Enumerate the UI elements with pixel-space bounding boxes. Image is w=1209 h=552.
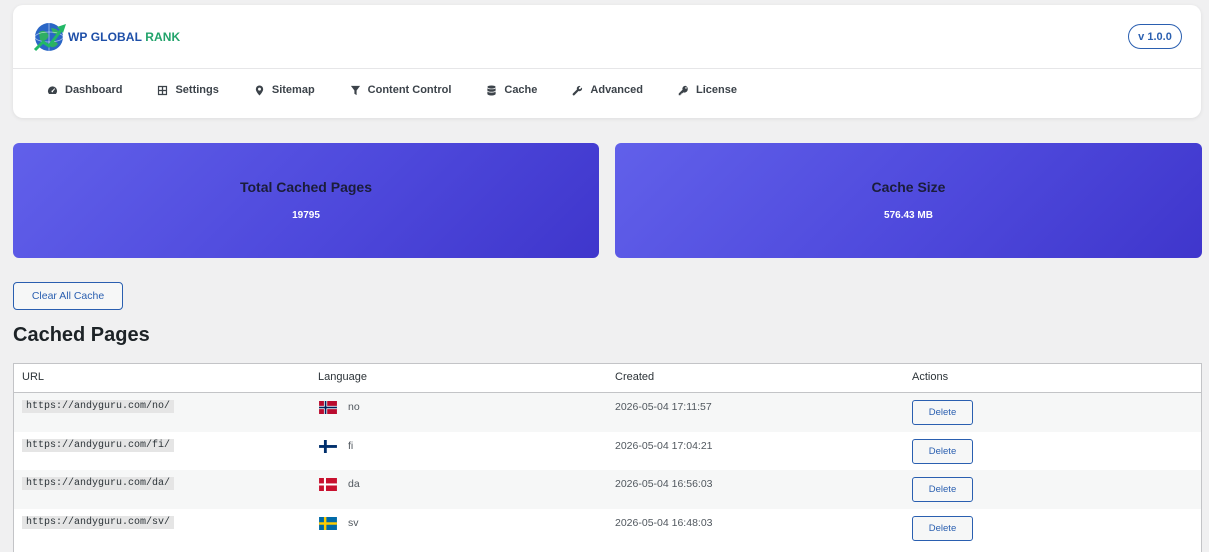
column-header-actions: Actions [912, 371, 949, 383]
section-title-cached-pages: Cached Pages [13, 324, 150, 346]
clear-all-cache-button[interactable]: Clear All Cache [13, 282, 123, 310]
brand-name-primary: WP GLOBAL [68, 30, 142, 44]
stat-card-total-cached-pages: Total Cached Pages 19795 [13, 143, 599, 258]
map-pin-icon [255, 84, 264, 96]
header-card: WP GLOBAL RANK v 1.0.0 Dashboard Setting… [13, 5, 1201, 118]
url-cell: https://andyguru.com/sv/ [22, 515, 175, 529]
nav-item-advanced[interactable]: Advanced [572, 84, 643, 96]
url-cell: https://andyguru.com/fi/ [22, 438, 175, 452]
brand-logo[interactable]: WP GLOBAL RANK [33, 20, 180, 54]
cached-pages-table: URL Language Created Actions https://and… [13, 363, 1202, 552]
url-cell: https://andyguru.com/da/ [22, 477, 175, 490]
created-timestamp: 2026-05-04 17:04:21 [615, 439, 713, 452]
created-timestamp: 2026-05-04 16:56:03 [615, 478, 713, 490]
norway-flag-icon [319, 401, 337, 414]
key-icon [678, 85, 688, 95]
header-divider [13, 68, 1201, 69]
nav-label-dashboard: Dashboard [65, 84, 123, 96]
grid-icon [158, 85, 168, 95]
table-row: https://andyguru.com/da/ da 2026-05-04 1… [14, 470, 1201, 509]
nav-label-content-control: Content Control [367, 84, 452, 96]
filter-icon [350, 85, 360, 95]
gauge-icon [47, 85, 58, 94]
brand-name-accent: RANK [145, 30, 181, 44]
stat-title: Cache Size [871, 179, 946, 195]
nav-item-sitemap[interactable]: Sitemap [254, 84, 315, 96]
nav-label-license: License [695, 84, 737, 96]
nav-label-settings: Settings [175, 84, 219, 96]
nav-item-license[interactable]: License [678, 84, 737, 96]
stat-card-cache-size: Cache Size 576.43 MB [615, 143, 1202, 258]
nav-item-settings[interactable]: Settings [157, 84, 219, 96]
stat-value: 576.43 MB [884, 210, 933, 221]
stat-title: Total Cached Pages [239, 179, 372, 195]
delete-button[interactable]: Delete [912, 477, 973, 502]
column-header-language: Language [318, 371, 367, 383]
table-row: https://andyguru.com/sv/ sv 2026-05-04 1… [14, 508, 1201, 547]
language-code: sv [348, 516, 359, 529]
table-row: https://andyguru.com/fi/ fi 2026-05-04 1… [14, 431, 1201, 470]
denmark-flag-icon [319, 478, 337, 491]
stat-value: 19795 [292, 210, 320, 221]
delete-button[interactable]: Delete [912, 438, 973, 464]
nav-item-dashboard[interactable]: Dashboard [47, 84, 122, 96]
url-cell: https://andyguru.com/no/ [22, 400, 175, 413]
language-code: no [348, 401, 360, 413]
nav-label-advanced: Advanced [590, 84, 643, 96]
language-code: fi [348, 439, 354, 452]
finland-flag-icon [319, 439, 337, 453]
globe-chart-logo-icon [33, 23, 66, 52]
version-badge: v 1.0.0 [1128, 24, 1182, 49]
wrench-icon [573, 85, 583, 95]
main-nav: Dashboard Settings Sitemap Content Contr… [47, 84, 772, 96]
table-row: https://andyguru.com/no/ no 2026-05-04 1… [14, 393, 1201, 432]
column-header-url: URL [22, 371, 45, 383]
sweden-flag-icon [319, 516, 337, 530]
brand-name: WP GLOBAL RANK [68, 30, 180, 44]
created-timestamp: 2026-05-04 16:48:03 [615, 516, 713, 529]
column-header-created: Created [615, 371, 655, 383]
created-timestamp: 2026-05-04 17:11:57 [615, 401, 712, 413]
nav-label-cache: Cache [504, 84, 538, 96]
language-code: da [348, 478, 360, 490]
table-header: URL Language Created Actions [14, 364, 1201, 393]
nav-label-sitemap: Sitemap [271, 84, 315, 96]
delete-button[interactable]: Delete [912, 400, 973, 425]
nav-item-cache[interactable]: Cache [486, 84, 537, 96]
delete-button[interactable]: Delete [912, 515, 973, 541]
nav-item-content-control[interactable]: Content Control [350, 84, 452, 96]
database-icon [487, 84, 496, 96]
